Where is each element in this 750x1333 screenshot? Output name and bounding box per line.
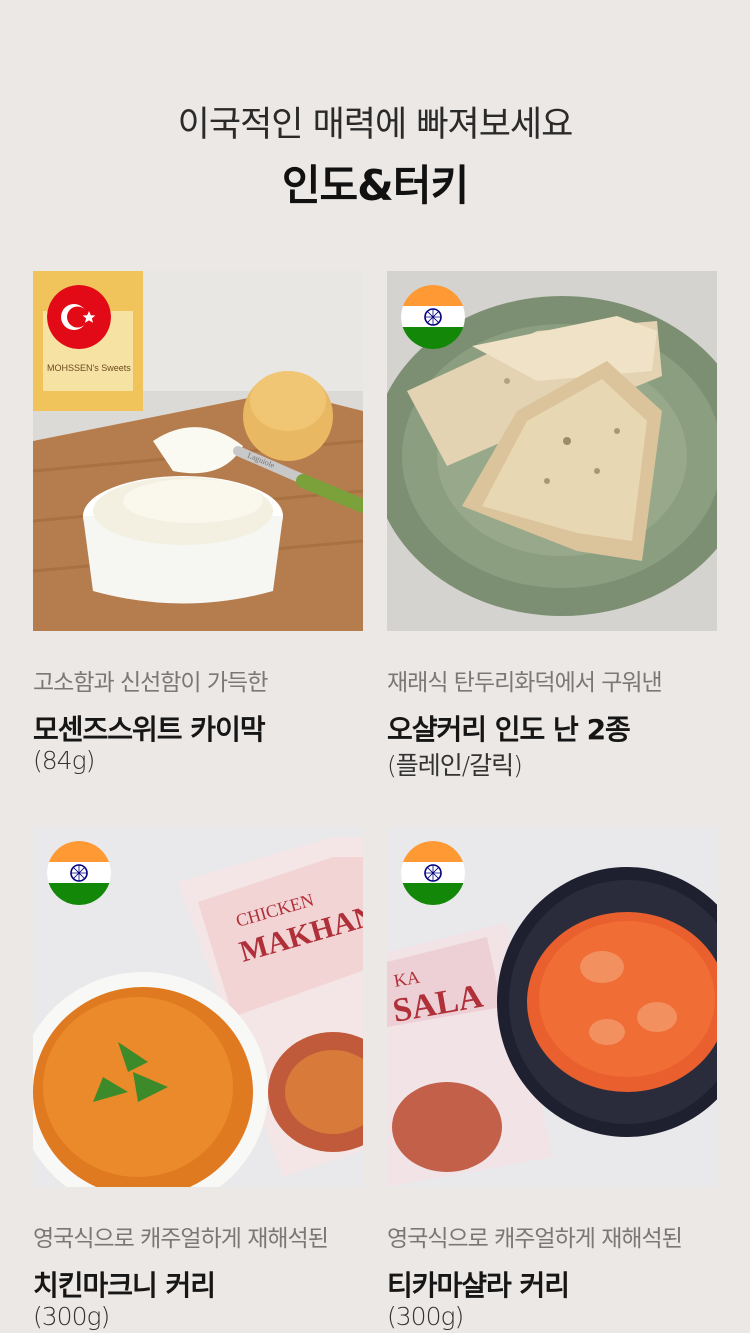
product-card-naan[interactable]: 재래식 탄두리화덕에서 구워낸 오샬커리 인도 난 2종 (플레인/갈릭) bbox=[387, 271, 717, 780]
package-label-text: MOHSSEN's Sweets bbox=[47, 363, 131, 373]
product-description: 영국식으로 캐주얼하게 재해석된 bbox=[387, 1226, 683, 1252]
product-description: 영국식으로 캐주얼하게 재해석된 bbox=[33, 1226, 329, 1252]
product-card-kaymak[interactable]: MOHSSEN's Sweets Laguiole 고소함과 신선함이 가득한 … bbox=[33, 271, 363, 775]
turkey-flag-icon bbox=[47, 285, 111, 349]
product-name[interactable]: 오샬커리 인도 난 2종 bbox=[387, 708, 631, 748]
product-name[interactable]: 티카마샬라 커리 bbox=[387, 1264, 570, 1304]
product-weight: (84g) bbox=[33, 746, 95, 775]
product-description: 고소함과 신선함이 가득한 bbox=[33, 670, 268, 696]
product-photo-tikka-masala[interactable]: KA SALA bbox=[387, 827, 717, 1187]
product-weight: (플레인/갈릭) bbox=[387, 751, 523, 780]
product-description: 재래식 탄두리화덕에서 구워낸 bbox=[387, 670, 663, 696]
product-photo-naan[interactable] bbox=[387, 271, 717, 631]
india-flag-icon bbox=[401, 285, 465, 349]
india-flag-icon bbox=[401, 841, 465, 905]
product-weight: (300g) bbox=[33, 1302, 110, 1331]
product-card-tikka-masala[interactable]: KA SALA 영국식으로 캐주얼하게 재해석된 티카마샬라 커리 (300g) bbox=[387, 827, 717, 1331]
india-flag-icon bbox=[47, 841, 111, 905]
product-name[interactable]: 모센즈스위트 카이막 bbox=[33, 708, 266, 748]
header-subtitle: 이국적인 매력에 빠져보세요 bbox=[177, 105, 574, 145]
product-name[interactable]: 치킨마크니 커리 bbox=[33, 1264, 216, 1304]
header-title: 인도&터키 bbox=[281, 161, 469, 210]
product-photo-chicken-makhani[interactable]: CHICKEN MAKHANI bbox=[33, 827, 363, 1187]
product-weight: (300g) bbox=[387, 1302, 464, 1331]
product-card-chicken-makhani[interactable]: CHICKEN MAKHANI 영국식으로 캐주얼하게 재해석된 치킨마크니 커… bbox=[33, 827, 363, 1331]
product-photo-kaymak[interactable]: MOHSSEN's Sweets Laguiole bbox=[33, 271, 363, 631]
